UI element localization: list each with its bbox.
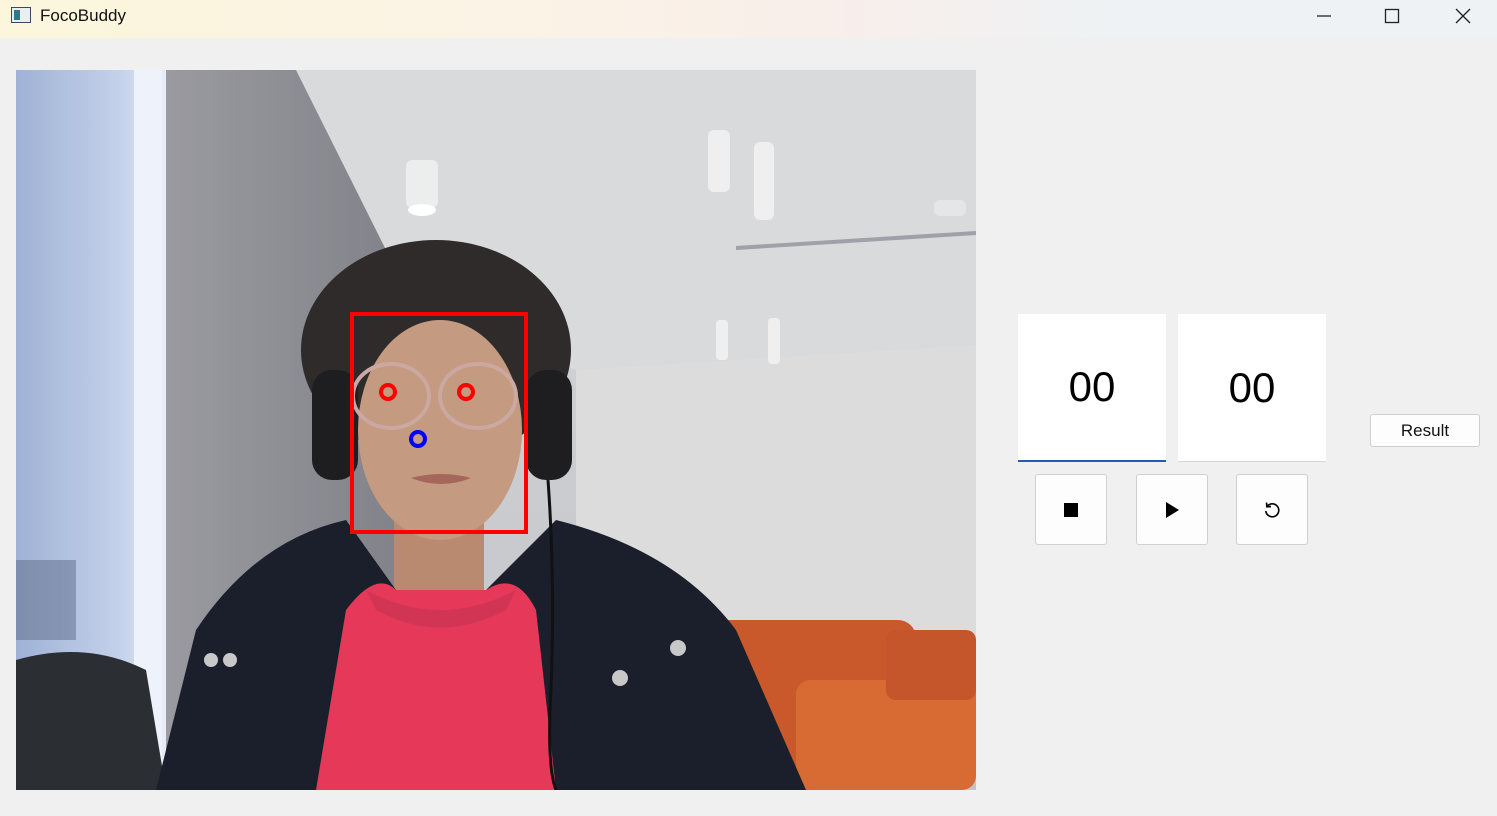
timer-seconds[interactable]: 00: [1178, 314, 1326, 462]
stop-button[interactable]: [1035, 474, 1107, 545]
timer-minutes[interactable]: 00: [1018, 314, 1166, 462]
play-icon: [1166, 501, 1179, 518]
title-bar: FocoBuddy: [0, 0, 1497, 38]
stop-icon: [1064, 502, 1078, 517]
reset-icon: [1265, 501, 1280, 518]
maximize-icon: [1384, 8, 1400, 24]
window-title: FocoBuddy: [40, 6, 126, 25]
app-icon: [11, 7, 31, 23]
camera-frame: [16, 70, 976, 790]
camera-feed: [16, 70, 976, 790]
minimize-icon: [1317, 15, 1331, 17]
close-icon: [1455, 8, 1471, 24]
close-button[interactable]: [1428, 0, 1497, 32]
play-button[interactable]: [1136, 474, 1208, 545]
minimize-button[interactable]: [1289, 0, 1359, 32]
reset-button[interactable]: [1236, 474, 1308, 545]
result-button[interactable]: Result: [1370, 414, 1480, 447]
maximize-button[interactable]: [1357, 0, 1427, 32]
